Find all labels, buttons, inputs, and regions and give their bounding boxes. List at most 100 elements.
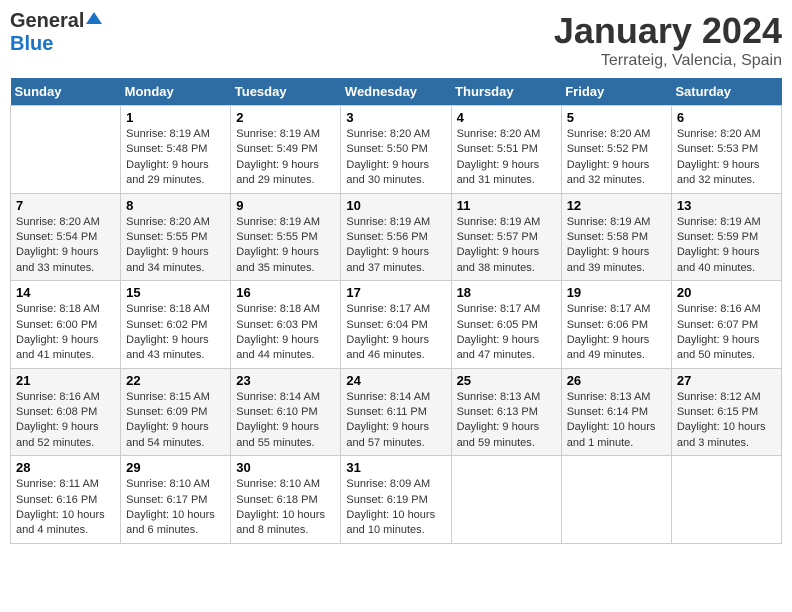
week-row-2: 7Sunrise: 8:20 AM Sunset: 5:54 PM Daylig…: [11, 193, 782, 281]
week-row-5: 28 Sunrise: 8:11 AM Sunset: 6:16 PM Dayli…: [11, 456, 782, 544]
calendar-cell: 11 Sunrise: 8:19 AM Sunset: 5:57 PM Dayli…: [451, 193, 561, 281]
calendar-cell: [451, 456, 561, 544]
day-number: 31: [346, 460, 445, 475]
calendar-cell: 9 Sunrise: 8:19 AM Sunset: 5:55 PM Daylig…: [231, 193, 341, 281]
day-number: 20: [677, 285, 776, 300]
page-header: General Blue January 2024 Terrateig, Val…: [10, 10, 782, 70]
day-number: 18: [457, 285, 556, 300]
day-number: 16: [236, 285, 335, 300]
day-number: 17: [346, 285, 445, 300]
day-number: 12: [567, 198, 666, 213]
calendar-cell: 12 Sunrise: 8:19 AM Sunset: 5:58 PM Dayli…: [561, 193, 671, 281]
day-info: Sunrise: 8:13 AM Sunset: 6:14 PM Dayligh…: [567, 390, 666, 452]
weekday-header-saturday: Saturday: [671, 78, 781, 106]
location-text: Terrateig, Valencia, Spain: [554, 52, 782, 70]
calendar-cell: [671, 456, 781, 544]
day-number: 28: [16, 460, 115, 475]
day-info: Sunrise: 8:18 AM Sunset: 6:00 PM Dayligh…: [16, 302, 115, 364]
calendar-cell: 29 Sunrise: 8:10 AM Sunset: 6:17 PM Dayli…: [121, 456, 231, 544]
calendar-cell: 4Sunrise: 8:20 AM Sunset: 5:51 PM Daylig…: [451, 106, 561, 194]
day-info: Sunrise: 8:19 AM Sunset: 5:58 PM Dayligh…: [567, 215, 666, 277]
day-info: Sunrise: 8:19 AM Sunset: 5:49 PM Dayligh…: [236, 127, 335, 189]
calendar-cell: 3 Sunrise: 8:20 AM Sunset: 5:50 PM Daylig…: [341, 106, 451, 194]
weekday-header-tuesday: Tuesday: [231, 78, 341, 106]
calendar-cell: 1Sunrise: 8:19 AM Sunset: 5:48 PM Daylig…: [121, 106, 231, 194]
day-info: Sunrise: 8:20 AM Sunset: 5:50 PM Dayligh…: [346, 127, 445, 189]
calendar-cell: 18Sunrise: 8:17 AM Sunset: 6:05 PM Dayli…: [451, 281, 561, 369]
day-number: 22: [126, 373, 225, 388]
weekday-header-friday: Friday: [561, 78, 671, 106]
calendar-cell: 2 Sunrise: 8:19 AM Sunset: 5:49 PM Daylig…: [231, 106, 341, 194]
calendar-cell: 23Sunrise: 8:14 AM Sunset: 6:10 PM Dayli…: [231, 368, 341, 456]
day-info: Sunrise: 8:14 AM Sunset: 6:11 PM Dayligh…: [346, 390, 445, 452]
week-row-3: 14 Sunrise: 8:18 AM Sunset: 6:00 PM Dayli…: [11, 281, 782, 369]
day-info: Sunrise: 8:18 AM Sunset: 6:03 PM Dayligh…: [236, 302, 335, 364]
day-info: Sunrise: 8:10 AM Sunset: 6:18 PM Dayligh…: [236, 477, 335, 539]
calendar-cell: 6Sunrise: 8:20 AM Sunset: 5:53 PM Daylig…: [671, 106, 781, 194]
day-info: Sunrise: 8:20 AM Sunset: 5:55 PM Dayligh…: [126, 215, 225, 277]
day-number: 26: [567, 373, 666, 388]
day-info: Sunrise: 8:10 AM Sunset: 6:17 PM Dayligh…: [126, 477, 225, 539]
day-info: Sunrise: 8:15 AM Sunset: 6:09 PM Dayligh…: [126, 390, 225, 452]
calendar-cell: 10 Sunrise: 8:19 AM Sunset: 5:56 PM Dayli…: [341, 193, 451, 281]
logo-general-text: General: [10, 10, 84, 33]
calendar-cell: 5 Sunrise: 8:20 AM Sunset: 5:52 PM Daylig…: [561, 106, 671, 194]
day-number: 24: [346, 373, 445, 388]
calendar-cell: 16 Sunrise: 8:18 AM Sunset: 6:03 PM Dayli…: [231, 281, 341, 369]
day-number: 9: [236, 198, 335, 213]
weekday-header-thursday: Thursday: [451, 78, 561, 106]
calendar-cell: 26 Sunrise: 8:13 AM Sunset: 6:14 PM Dayli…: [561, 368, 671, 456]
day-number: 15: [126, 285, 225, 300]
weekday-header-monday: Monday: [121, 78, 231, 106]
logo-triangle-icon: [86, 10, 102, 31]
day-info: Sunrise: 8:19 AM Sunset: 5:56 PM Dayligh…: [346, 215, 445, 277]
day-number: 10: [346, 198, 445, 213]
calendar-cell: 21 Sunrise: 8:16 AM Sunset: 6:08 PM Dayli…: [11, 368, 121, 456]
calendar-cell: 28 Sunrise: 8:11 AM Sunset: 6:16 PM Dayli…: [11, 456, 121, 544]
day-number: 13: [677, 198, 776, 213]
day-number: 27: [677, 373, 776, 388]
week-row-4: 21 Sunrise: 8:16 AM Sunset: 6:08 PM Dayli…: [11, 368, 782, 456]
day-number: 6: [677, 110, 776, 125]
day-info: Sunrise: 8:19 AM Sunset: 5:55 PM Dayligh…: [236, 215, 335, 277]
day-info: Sunrise: 8:16 AM Sunset: 6:08 PM Dayligh…: [16, 390, 115, 452]
calendar-table: SundayMondayTuesdayWednesdayThursdayFrid…: [10, 78, 782, 544]
day-number: 14: [16, 285, 115, 300]
day-number: 21: [16, 373, 115, 388]
calendar-cell: 14 Sunrise: 8:18 AM Sunset: 6:00 PM Dayli…: [11, 281, 121, 369]
day-info: Sunrise: 8:20 AM Sunset: 5:54 PM Dayligh…: [16, 215, 115, 277]
day-number: 2: [236, 110, 335, 125]
calendar-cell: 27 Sunrise: 8:12 AM Sunset: 6:15 PM Dayli…: [671, 368, 781, 456]
day-info: Sunrise: 8:19 AM Sunset: 5:59 PM Dayligh…: [677, 215, 776, 277]
day-number: 3: [346, 110, 445, 125]
day-info: Sunrise: 8:12 AM Sunset: 6:15 PM Dayligh…: [677, 390, 776, 452]
day-number: 1: [126, 110, 225, 125]
day-info: Sunrise: 8:19 AM Sunset: 5:57 PM Dayligh…: [457, 215, 556, 277]
title-section: January 2024 Terrateig, Valencia, Spain: [554, 10, 782, 70]
weekday-header-sunday: Sunday: [11, 78, 121, 106]
calendar-cell: 30 Sunrise: 8:10 AM Sunset: 6:18 PM Dayli…: [231, 456, 341, 544]
day-info: Sunrise: 8:09 AM Sunset: 6:19 PM Dayligh…: [346, 477, 445, 539]
weekday-header-row: SundayMondayTuesdayWednesdayThursdayFrid…: [11, 78, 782, 106]
calendar-cell: 25 Sunrise: 8:13 AM Sunset: 6:13 PM Dayli…: [451, 368, 561, 456]
day-number: 29: [126, 460, 225, 475]
day-number: 8: [126, 198, 225, 213]
calendar-cell: 20Sunrise: 8:16 AM Sunset: 6:07 PM Dayli…: [671, 281, 781, 369]
day-info: Sunrise: 8:20 AM Sunset: 5:52 PM Dayligh…: [567, 127, 666, 189]
day-number: 11: [457, 198, 556, 213]
calendar-cell: 31 Sunrise: 8:09 AM Sunset: 6:19 PM Dayli…: [341, 456, 451, 544]
calendar-cell: 22 Sunrise: 8:15 AM Sunset: 6:09 PM Dayli…: [121, 368, 231, 456]
calendar-cell: [11, 106, 121, 194]
day-number: 30: [236, 460, 335, 475]
calendar-cell: [561, 456, 671, 544]
day-number: 25: [457, 373, 556, 388]
month-title: January 2024: [554, 10, 782, 52]
day-info: Sunrise: 8:18 AM Sunset: 6:02 PM Dayligh…: [126, 302, 225, 364]
day-number: 19: [567, 285, 666, 300]
day-info: Sunrise: 8:13 AM Sunset: 6:13 PM Dayligh…: [457, 390, 556, 452]
calendar-cell: 19 Sunrise: 8:17 AM Sunset: 6:06 PM Dayli…: [561, 281, 671, 369]
day-info: Sunrise: 8:17 AM Sunset: 6:06 PM Dayligh…: [567, 302, 666, 364]
week-row-1: 1Sunrise: 8:19 AM Sunset: 5:48 PM Daylig…: [11, 106, 782, 194]
day-number: 5: [567, 110, 666, 125]
day-info: Sunrise: 8:11 AM Sunset: 6:16 PM Dayligh…: [16, 477, 115, 539]
